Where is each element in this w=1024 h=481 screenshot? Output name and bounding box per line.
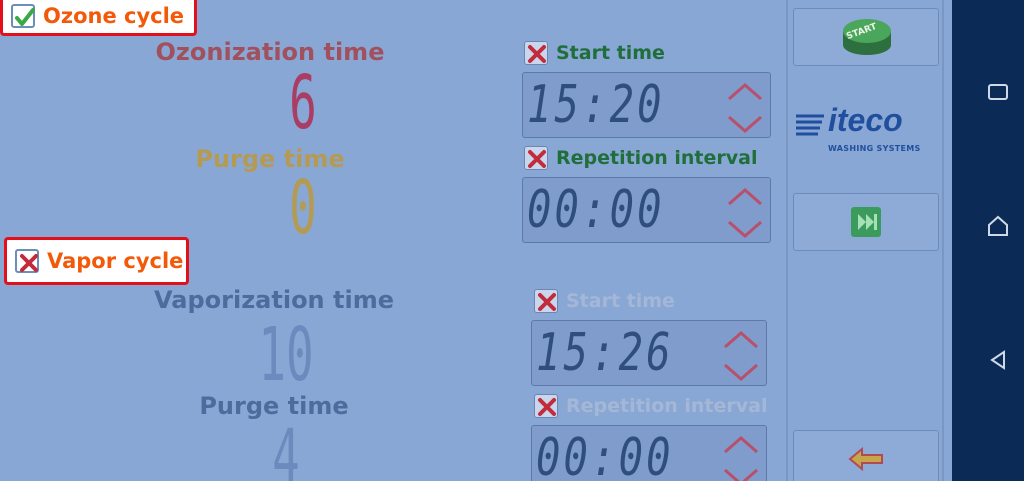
back-button[interactable] xyxy=(793,430,939,481)
start-button[interactable]: START xyxy=(793,8,939,66)
back-arrow-icon xyxy=(848,446,883,472)
skip-forward-button[interactable] xyxy=(793,193,939,251)
system-navigation-bar xyxy=(952,0,1024,481)
ozone-repetition-row[interactable]: Repetition interval xyxy=(524,144,758,172)
ozone-purge-time-value[interactable]: 0 xyxy=(260,171,347,245)
sidebar-divider-right xyxy=(942,0,944,481)
chevron-up-icon[interactable] xyxy=(722,327,760,353)
logo-waves-icon xyxy=(796,114,824,136)
vapor-repetition-value: 00:00 xyxy=(536,428,674,481)
ozone-cycle-header[interactable]: Ozone cycle xyxy=(0,0,197,36)
ozone-repetition-box[interactable]: 00:00 xyxy=(522,177,771,243)
cross-icon[interactable] xyxy=(524,146,548,170)
cross-icon[interactable] xyxy=(524,41,548,65)
vapor-start-time-label: Start time xyxy=(566,290,675,312)
ozone-purge-time-label: Purge time xyxy=(195,145,345,173)
ozonization-time-label: Ozonization time xyxy=(155,38,385,66)
recent-apps-icon[interactable] xyxy=(986,80,1010,104)
vapor-start-time-box[interactable]: 15:26 xyxy=(531,320,767,386)
vapor-cycle-label: Vapor cycle xyxy=(47,249,184,273)
chevron-up-icon[interactable] xyxy=(726,79,764,105)
ozone-repetition-label: Repetition interval xyxy=(556,147,758,169)
ozone-repetition-value: 00:00 xyxy=(527,180,665,240)
ozone-cycle-label: Ozone cycle xyxy=(43,4,185,28)
check-icon[interactable] xyxy=(11,4,35,28)
vapor-start-time-value: 15:26 xyxy=(536,323,674,383)
vapor-start-time-row[interactable]: Start time xyxy=(534,287,675,315)
chevron-up-icon[interactable] xyxy=(722,432,760,458)
home-icon[interactable] xyxy=(986,214,1010,238)
chevron-down-icon[interactable] xyxy=(722,464,760,481)
vapor-purge-time-value[interactable]: 4 xyxy=(243,420,330,481)
ozone-start-time-row[interactable]: Start time xyxy=(524,39,665,67)
ozone-start-time-label: Start time xyxy=(556,42,665,64)
vapor-repetition-row[interactable]: Repetition interval xyxy=(534,392,768,420)
sidebar-divider xyxy=(786,0,788,481)
main-panel: Ozone cycle Ozonization time 6 Purge tim… xyxy=(0,0,952,481)
chevron-down-icon[interactable] xyxy=(722,359,760,385)
vapor-repetition-box[interactable]: 00:00 xyxy=(531,425,767,481)
cross-icon[interactable] xyxy=(534,394,558,418)
nav-back-icon[interactable] xyxy=(986,348,1010,372)
ozone-start-time-box[interactable]: 15:20 xyxy=(522,72,771,138)
chevron-up-icon[interactable] xyxy=(726,184,764,210)
iteco-logo: iteco WASHING SYSTEMS xyxy=(794,102,940,160)
ozone-start-time-value: 15:20 xyxy=(527,75,665,135)
cross-icon[interactable] xyxy=(15,249,39,273)
chevron-down-icon[interactable] xyxy=(726,111,764,137)
cross-icon[interactable] xyxy=(534,289,558,313)
vapor-repetition-label: Repetition interval xyxy=(566,395,768,417)
chevron-down-icon[interactable] xyxy=(726,216,764,242)
logo-text: iteco xyxy=(828,102,903,138)
start-button-graphic xyxy=(843,19,891,55)
skip-forward-icon xyxy=(851,207,881,237)
logo-subtitle: WASHING SYSTEMS xyxy=(828,144,921,153)
vaporization-time-label: Vaporization time xyxy=(154,286,394,314)
vaporization-time-value[interactable]: 10 xyxy=(243,318,330,392)
ozonization-time-value[interactable]: 6 xyxy=(260,66,347,140)
vapor-cycle-header[interactable]: Vapor cycle xyxy=(4,237,189,285)
